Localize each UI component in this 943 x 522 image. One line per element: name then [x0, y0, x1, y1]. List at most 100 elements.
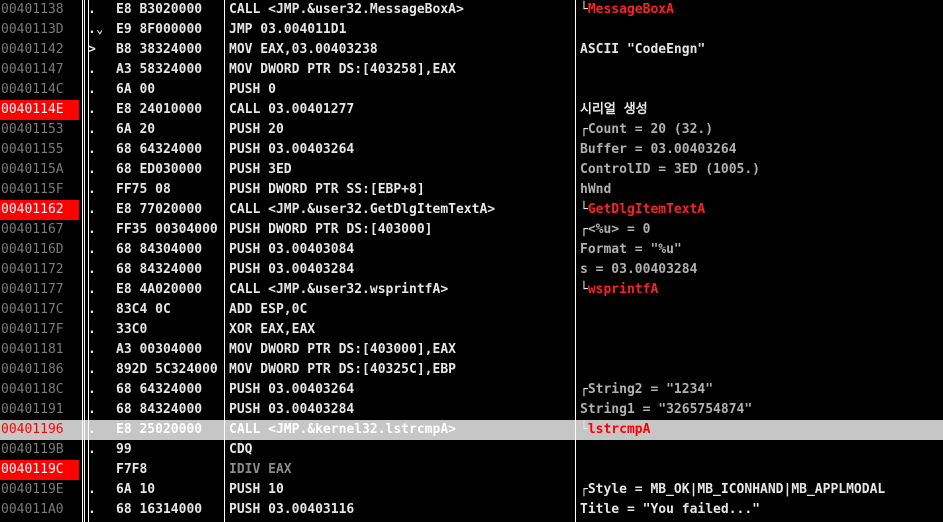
instruction-row[interactable]: 0040114C . 6A 00 PUSH 0 [0, 80, 943, 100]
address-cell[interactable]: 0040119E [0, 480, 79, 500]
instruction-row[interactable]: 0040119C F7F8 IDIV EAX [0, 460, 943, 480]
instruction-row[interactable]: 00401162 . E8 77020000 CALL <JMP.&user32… [0, 200, 943, 220]
instruction-text: CALL <JMP.&user32.wsprintfA> [229, 282, 449, 297]
opcode-bytes: E8 77020000 [116, 202, 203, 217]
instruction-row[interactable]: 00401142 > B8 38324000 MOV EAX,03.004032… [0, 40, 943, 60]
opcode-bytes: 68 64324000 [116, 382, 203, 397]
column-separator-instruction [575, 0, 576, 522]
jump-marker: . [88, 442, 96, 457]
opcode-bytes: B8 38324000 [116, 42, 203, 57]
address-cell[interactable]: 0040116D [0, 240, 79, 260]
address-cell[interactable]: 00401167 [0, 220, 79, 240]
instruction-row[interactable]: 0040115F . FF75 08 PUSH DWORD PTR SS:[EB… [0, 180, 943, 200]
opcode-bytes: 6A 20 [116, 122, 156, 137]
opcode-bytes: F7F8 [116, 462, 148, 477]
instruction-row[interactable]: 00401177 . E8 4A020000 CALL <JMP.&user32… [0, 280, 943, 300]
instruction-text: PUSH 03.00403116 [229, 502, 355, 517]
jump-marker: . [88, 102, 96, 117]
comment-cell: ASCII "CodeEngn" [580, 40, 943, 60]
address-cell[interactable]: 00401153 [0, 120, 79, 140]
instruction-row[interactable]: 00401186 . 892D 5C324000 MOV DWORD PTR D… [0, 360, 943, 380]
opcode-bytes: 83C4 0C [116, 302, 171, 317]
comment-cell: └wsprintfA [580, 280, 943, 300]
comment-cell [580, 360, 943, 380]
address-cell[interactable]: 0040115F [0, 180, 79, 200]
address-cell[interactable]: 00401138 [0, 0, 79, 20]
instruction-row[interactable]: 0040118C . 68 64324000 PUSH 03.00403264 … [0, 380, 943, 400]
opcode-bytes: 33C0 [116, 322, 148, 337]
instruction-row[interactable]: 0040116D . 68 84304000 PUSH 03.00403084 … [0, 240, 943, 260]
comment-bracket: └ [580, 282, 588, 297]
instruction-row[interactable]: 0040117C . 83C4 0C ADD ESP,0C [0, 300, 943, 320]
address-cell[interactable]: 0040118C [0, 380, 79, 400]
address-cell[interactable]: 00401191 [0, 400, 79, 420]
instruction-text: PUSH DWORD PTR DS:[403000] [229, 222, 433, 237]
address-cell[interactable]: 00401162 [0, 200, 79, 220]
instruction-row[interactable]: 00401155 . 68 64324000 PUSH 03.00403264 … [0, 140, 943, 160]
instruction-text: PUSH 03.00403284 [229, 402, 355, 417]
jump-marker: . [88, 302, 96, 317]
address-cell[interactable]: 00401196 [0, 420, 79, 440]
address-cell[interactable]: 0040114C [0, 80, 79, 100]
instruction-row[interactable]: 0040119B . 99 CDQ [0, 440, 943, 460]
address-cell[interactable]: 00401142 [0, 40, 79, 60]
address-cell[interactable]: 00401186 [0, 360, 79, 380]
address-cell[interactable]: 004011A0 [0, 500, 79, 520]
opcode-bytes: 68 84324000 [116, 262, 203, 277]
instruction-text: CALL <JMP.&kernel32.lstrcmpA> [229, 422, 456, 437]
address-cell[interactable]: 0040119B [0, 440, 79, 460]
instruction-text: PUSH 03.00403084 [229, 242, 355, 257]
address-cell[interactable]: 00401181 [0, 340, 79, 360]
instruction-row[interactable]: 00401181 . A3 00304000 MOV DWORD PTR DS:… [0, 340, 943, 360]
address-cell[interactable]: 0040115A [0, 160, 79, 180]
address-cell[interactable]: 00401155 [0, 140, 79, 160]
address-cell[interactable]: 00401172 [0, 260, 79, 280]
instruction-row[interactable]: 00401138 . E8 B3020000 CALL <JMP.&user32… [0, 0, 943, 20]
opcode-bytes: A3 58324000 [116, 62, 203, 77]
comment-cell: s = 03.00403284 [580, 260, 943, 280]
opcode-bytes: E8 24010000 [116, 102, 203, 117]
address-cell[interactable]: 00401147 [0, 60, 79, 80]
instruction-text: PUSH 03.00403284 [229, 262, 355, 277]
instruction-row[interactable]: 00401153 . 6A 20 PUSH 20 ┌Count = 20 (32… [0, 120, 943, 140]
address-cell[interactable]: 0040113D [0, 20, 79, 40]
comment-bracket: └ [580, 202, 588, 217]
instruction-row[interactable]: 00401191 . 68 84324000 PUSH 03.00403284 … [0, 400, 943, 420]
instruction-text: JMP 03.004011D1 [229, 22, 347, 37]
comment-text: ControlID = 3ED (1005.) [580, 162, 761, 177]
address-cell[interactable]: 0040114E [0, 100, 79, 120]
opcode-bytes: FF35 00304000 [116, 222, 218, 237]
instruction-row[interactable]: 0040119E . 6A 10 PUSH 10 ┌Style = MB_OK|… [0, 480, 943, 500]
comment-cell: ┌Style = MB_OK|MB_ICONHAND|MB_APPLMODAL [580, 480, 943, 500]
disassembly-view[interactable]: 00401138 . E8 B3020000 CALL <JMP.&user32… [0, 0, 943, 522]
comment-bracket: └ [580, 2, 588, 17]
instruction-row[interactable]: 0040113D .⌄ E9 8F000000 JMP 03.004011D1 [0, 20, 943, 40]
instruction-row[interactable]: 00401196 . E8 25020000 CALL <JMP.&kernel… [0, 420, 943, 440]
instruction-row[interactable]: 0040117F . 33C0 XOR EAX,EAX [0, 320, 943, 340]
opcode-bytes: E8 B3020000 [116, 2, 203, 17]
jump-marker: . [88, 382, 96, 397]
opcode-bytes: E9 8F000000 [116, 22, 203, 37]
jump-marker: . [88, 362, 96, 377]
instruction-text: CALL 03.00401277 [229, 102, 355, 117]
jump-marker: . [88, 162, 96, 177]
comment-bracket: ┌ [580, 382, 588, 397]
instruction-row[interactable]: 004011A0 . 68 16314000 PUSH 03.00403116 … [0, 500, 943, 520]
comment-text: 시리얼 생성 [580, 102, 648, 117]
address-cell[interactable]: 0040119C [0, 460, 79, 480]
column-separator-bytes [224, 0, 225, 522]
comment-cell: └GetDlgItemTextA [580, 200, 943, 220]
instruction-row[interactable]: 0040114E . E8 24010000 CALL 03.00401277 … [0, 100, 943, 120]
comment-text: Style = MB_OK|MB_ICONHAND|MB_APPLMODAL [587, 482, 886, 497]
opcode-bytes: 68 84304000 [116, 242, 203, 257]
instruction-row[interactable]: 0040115A . 68 ED030000 PUSH 3ED ControlI… [0, 160, 943, 180]
address-cell[interactable]: 00401177 [0, 280, 79, 300]
instruction-row[interactable]: 00401147 . A3 58324000 MOV DWORD PTR DS:… [0, 60, 943, 80]
address-cell[interactable]: 0040117C [0, 300, 79, 320]
instruction-row[interactable]: 00401172 . 68 84324000 PUSH 03.00403284 … [0, 260, 943, 280]
comment-cell: String1 = "3265754874" [580, 400, 943, 420]
address-cell[interactable]: 0040117F [0, 320, 79, 340]
instruction-row[interactable]: 00401167 . FF35 00304000 PUSH DWORD PTR … [0, 220, 943, 240]
jump-marker: > [88, 42, 96, 57]
comment-cell [580, 20, 943, 40]
